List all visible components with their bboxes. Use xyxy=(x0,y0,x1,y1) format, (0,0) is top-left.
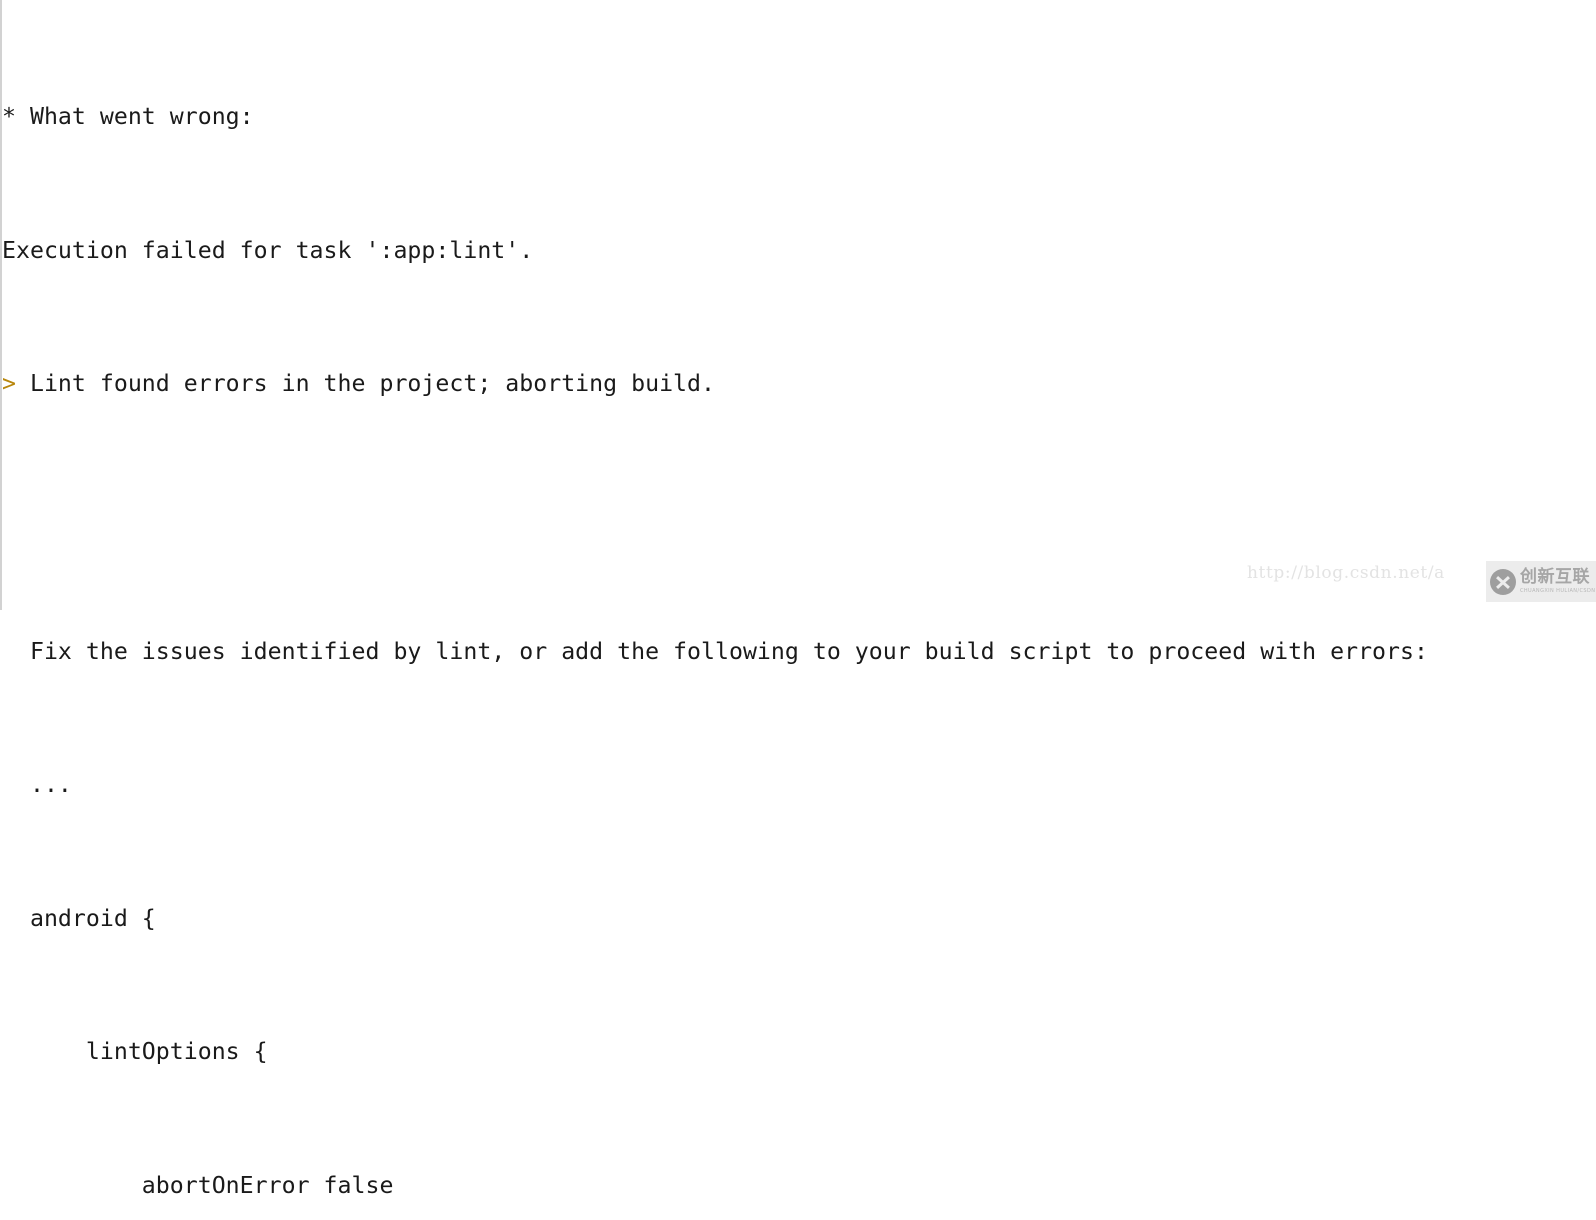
gradle-console-output: * What went wrong: Execution failed for … xyxy=(0,0,1596,1199)
log-line-android-open: android { xyxy=(2,904,156,932)
log-line-abortonerror-false: abortOnError false xyxy=(2,1172,394,1200)
badge-brand-subtitle: CHUANGXIN HULIAN/CSDN xyxy=(1520,588,1596,594)
console-log-text: * What went wrong: Execution failed for … xyxy=(2,0,1592,1220)
badge-text-group: 创新互联 CHUANGXIN HULIAN/CSDN xyxy=(1520,569,1595,594)
log-line-fix-the-issues: Fix the issues identified by lint, or ad… xyxy=(2,637,1428,665)
csdn-logo-icon xyxy=(1490,568,1516,595)
log-line-ellipsis-top: ... xyxy=(2,771,72,799)
log-line-lint-found-errors-text: Lint found errors in the project; aborti… xyxy=(15,370,715,398)
log-line-lintoptions-open: lintOptions { xyxy=(2,1038,268,1066)
log-line-execution-failed: Execution failed for task ':app:lint'. xyxy=(2,236,534,264)
log-line-lint-found-errors: > Lint found errors in the project; abor… xyxy=(2,367,1592,400)
caret-marker-icon: > xyxy=(2,370,16,398)
watermark-badge: 创新互联 CHUANGXIN HULIAN/CSDN xyxy=(1486,561,1596,602)
log-line-blank-1 xyxy=(2,501,1592,534)
watermark-url: http://blog.csdn.net/a xyxy=(1247,563,1445,583)
log-line-what-went-wrong-header: * What went wrong: xyxy=(2,103,254,131)
badge-brand-label: 创新互联 xyxy=(1520,567,1590,587)
